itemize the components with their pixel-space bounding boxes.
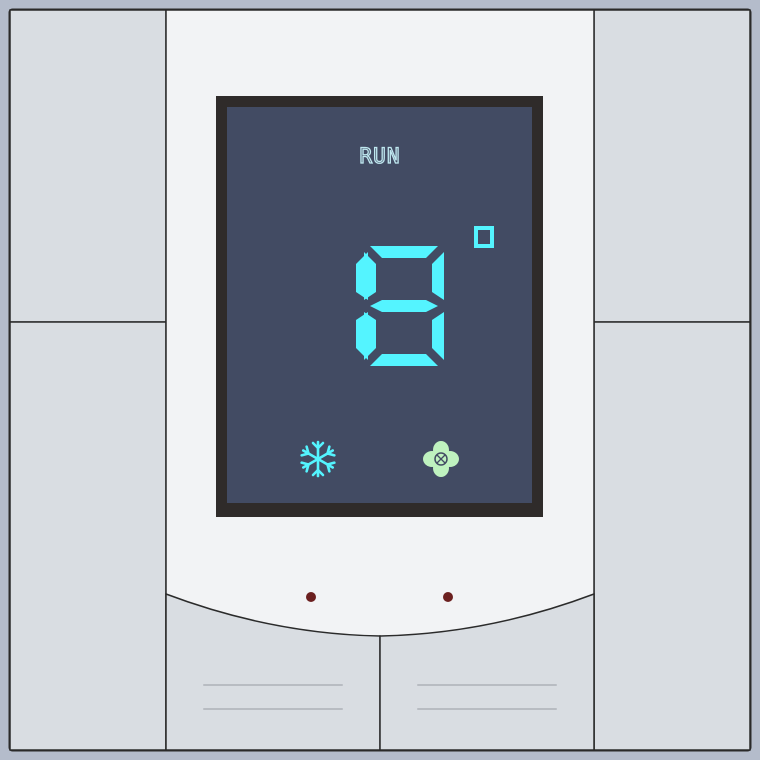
status-text: RUN: [360, 144, 401, 168]
indicator-led-left: [306, 592, 316, 602]
indicator-led-right: [443, 592, 453, 602]
segment-d: [370, 354, 438, 366]
thermostat-device: RUN 18 °: [8, 8, 752, 752]
segment-a: [370, 246, 438, 258]
right-bottom-button[interactable]: [593, 321, 751, 751]
right-top-button[interactable]: [593, 9, 751, 323]
left-bottom-button[interactable]: [9, 321, 167, 751]
left-top-button[interactable]: [9, 9, 167, 323]
segment-g: [370, 300, 438, 312]
